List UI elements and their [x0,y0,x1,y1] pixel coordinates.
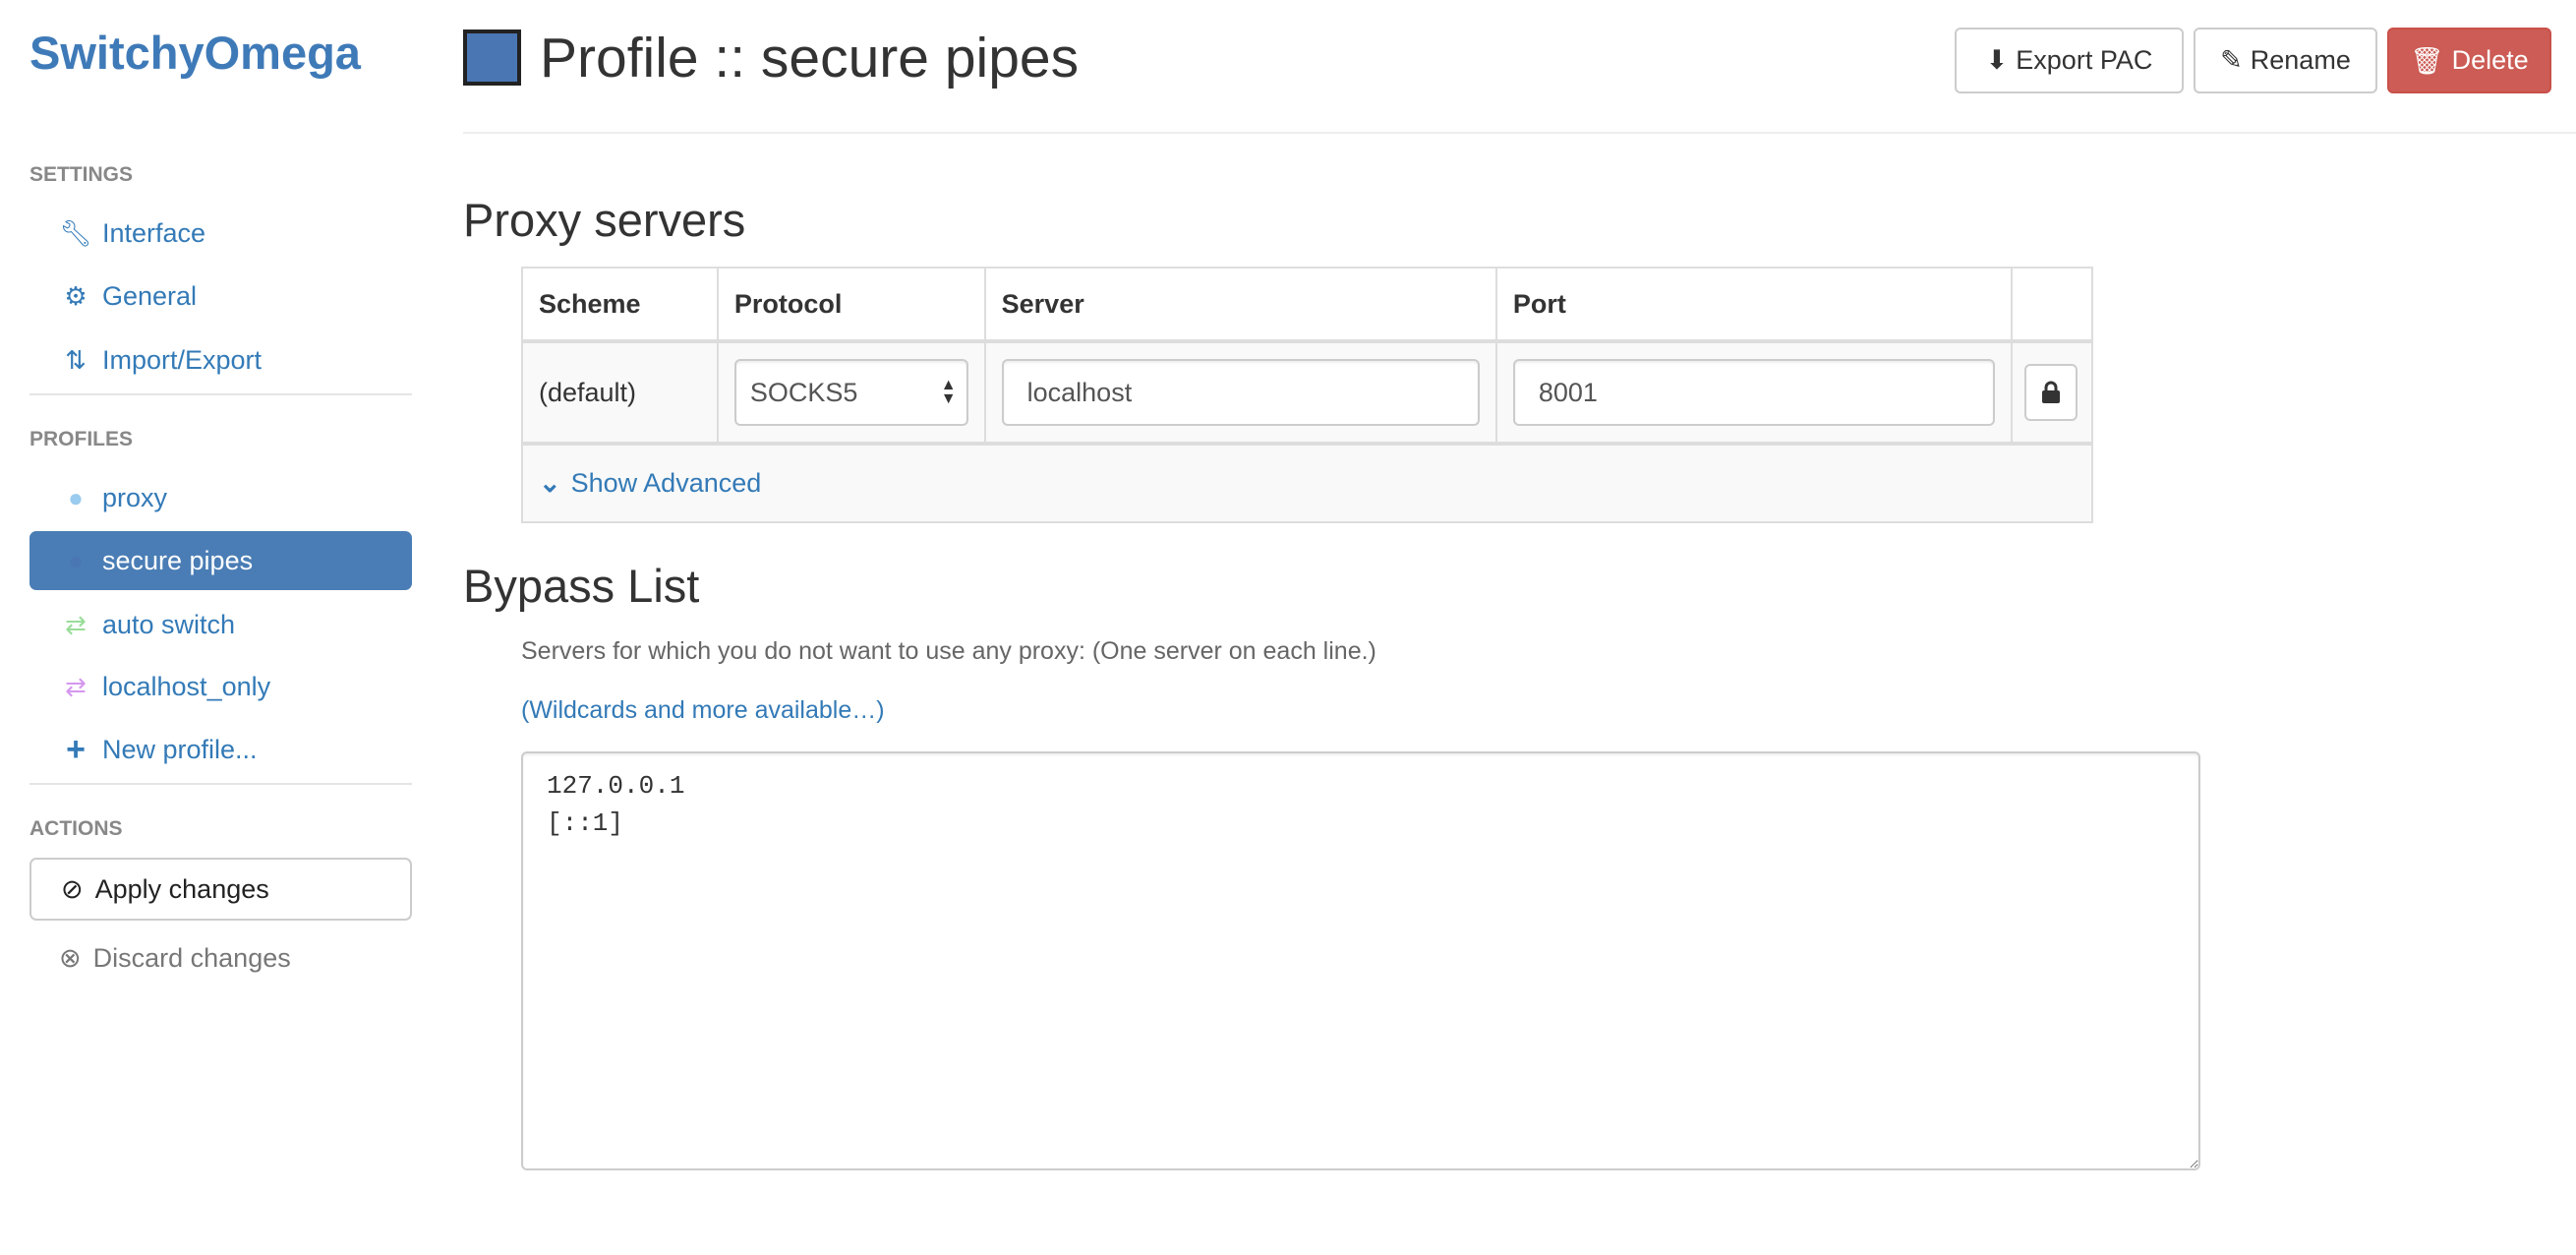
sidebar-item-import-export[interactable]: ⇅ Import/Export [29,330,412,389]
edit-icon: ✎ [2220,45,2243,75]
export-pac-button[interactable]: ⬇ Export PAC [1955,28,2184,93]
chevron-down-icon: ⌄ [539,468,561,498]
new-profile-link[interactable]: + New profile... [29,720,412,779]
select-arrows-icon: ▲ ▼ [940,377,957,407]
profiles-header: PROFILES [29,428,134,450]
sidebar-item-label: localhost_only [102,671,271,701]
server-input[interactable]: localhost [1001,359,1480,426]
actions-header: ACTIONS [29,817,123,840]
sidebar-item-label: Import/Export [102,344,263,375]
settings-header: SETTINGS [29,163,134,186]
wildcards-link[interactable]: (Wildcards and more available…) [521,696,885,725]
discard-changes-button[interactable]: ⊗ Discard changes [29,930,412,986]
divider [29,393,412,395]
plus-icon: + [66,730,86,768]
proxy-servers-table: Scheme Protocol Server Port (default) SO… [521,267,2094,523]
button-label: Delete [2451,45,2529,75]
x-circle-icon: ⊗ [59,942,82,973]
column-header: Protocol [716,267,986,343]
sidebar-item-label: secure pipes [102,545,254,575]
page-title: Profile :: secure pipes [540,27,1080,90]
button-label: Discard changes [92,942,291,973]
auth-lock-button[interactable] [2023,364,2078,421]
button-label: Apply changes [94,873,269,904]
button-label: Rename [2250,45,2351,75]
scheme-cell: (default) [521,340,719,445]
sidebar-item-interface[interactable]: 🔧︎ Interface [29,204,412,263]
sidebar-item-label: proxy [102,482,168,512]
gear-icon: ⚙ [64,280,88,311]
bypass-list-title: Bypass List [463,560,700,612]
download-circle-icon: ⬇ [1985,45,2009,75]
import-export-icon: ⇅ [65,344,87,375]
profile-color-swatch[interactable] [463,30,521,86]
sidebar-item-label: New profile... [102,734,258,764]
column-header [2010,267,2094,343]
protocol-value: SOCKS5 [749,377,858,407]
bypass-list-textarea[interactable]: 127.0.0.1 [::1] [521,751,2200,1170]
globe-icon: ● [68,545,84,575]
show-advanced-link[interactable]: ⌄ Show Advanced [539,468,761,498]
retweet-icon: ⇄ [65,671,87,701]
column-header: Server [983,267,1497,343]
header-divider [463,132,2576,134]
table-row: (default) SOCKS5 ▲ ▼ localhost 8001 [521,340,2094,445]
column-header: Scheme [521,267,719,343]
link-label: Show Advanced [570,468,762,498]
sidebar-item-localhost-only[interactable]: ⇄ localhost_only [29,657,412,716]
sidebar-item-label: Interface [102,217,206,248]
retweet-icon: ⇄ [65,609,87,639]
globe-icon: ● [68,482,84,512]
lock-icon [2041,381,2060,403]
protocol-select[interactable]: SOCKS5 ▲ ▼ [733,359,968,426]
button-label: Export PAC [2016,45,2153,75]
port-input[interactable]: 8001 [1512,359,1995,426]
sidebar-item-label: auto switch [102,609,236,639]
proxy-servers-title: Proxy servers [463,194,746,246]
sidebar-item-secure-pipes[interactable]: ● secure pipes [29,531,412,590]
divider [29,783,412,785]
apply-changes-button[interactable]: ⊘ Apply changes [29,858,412,921]
wrench-icon: 🔧︎ [59,217,92,248]
delete-button[interactable]: 🗑︎ Delete [2387,28,2551,93]
table-row: ⌄ Show Advanced [521,442,2093,523]
bypass-description: Servers for which you do not want to use… [521,637,1376,665]
sidebar-item-general[interactable]: ⚙ General [29,267,412,326]
check-circle-icon: ⊘ [61,873,84,904]
app-logo: SwitchyOmega [29,27,361,79]
sidebar-item-auto-switch[interactable]: ⇄ auto switch [29,595,412,654]
sidebar-item-label: General [102,280,198,311]
column-header: Port [1494,267,2013,343]
rename-button[interactable]: ✎ Rename [2194,28,2377,93]
trash-icon: 🗑︎ [2410,45,2444,76]
sidebar-item-proxy[interactable]: ● proxy [29,468,412,527]
